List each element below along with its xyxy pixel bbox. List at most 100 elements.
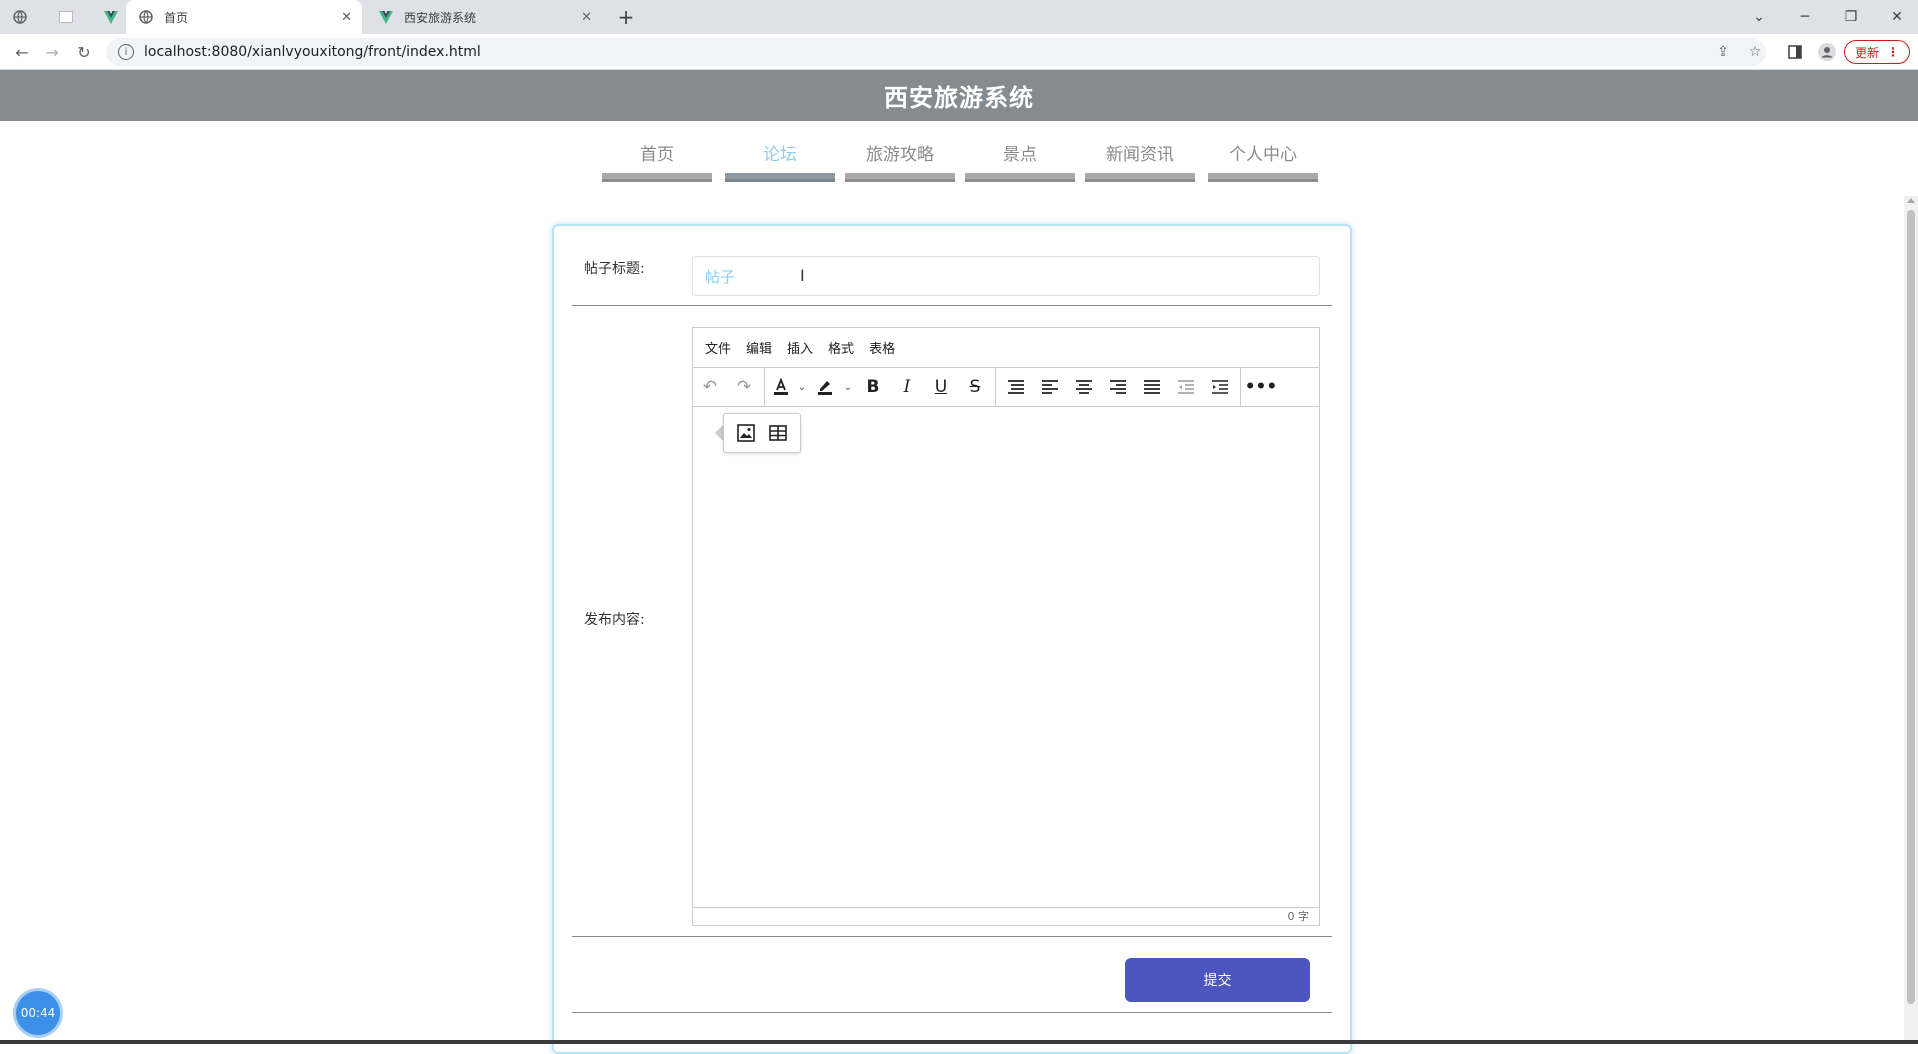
side-panel-icon[interactable] <box>1785 42 1805 62</box>
strikethrough-icon[interactable]: S <box>958 372 992 402</box>
align-right-icon[interactable] <box>1101 372 1135 402</box>
vue-logo-icon <box>378 9 394 25</box>
site-title: 西安旅游系统 <box>884 84 1034 112</box>
quick-insert-toolbar <box>723 413 801 453</box>
forward-arrow-icon[interactable]: → <box>40 40 64 64</box>
redo-icon[interactable]: ↷ <box>727 372 761 402</box>
underline-icon[interactable]: U <box>924 372 958 402</box>
divider <box>572 936 1332 937</box>
nav-item-label: 个人中心 <box>1229 145 1297 165</box>
line-height-icon[interactable] <box>999 372 1033 402</box>
nav-item-label: 首页 <box>640 145 674 165</box>
browser-tab-bar: 首页 ✕ 西安旅游系统 ✕ + ⌄ ─ ❐ ✕ <box>0 0 1918 34</box>
pinned-tab-3[interactable] <box>92 0 122 34</box>
profile-avatar-icon[interactable] <box>1817 42 1837 62</box>
toolbar-separator <box>1240 368 1241 406</box>
update-label: 更新 <box>1854 45 1879 60</box>
close-tab-icon[interactable]: ✕ <box>341 10 352 25</box>
nav-item-bar <box>1208 173 1318 182</box>
more-options-icon[interactable]: ••• <box>1244 372 1278 402</box>
highlight-dropdown-icon[interactable]: ⌄ <box>840 372 856 402</box>
recording-timer[interactable]: 00:44 <box>16 991 60 1035</box>
pinned-tab-1[interactable] <box>0 0 38 34</box>
tab-home[interactable]: 首页 ✕ <box>126 0 362 34</box>
editor-menubar: 文件 编辑 插入 格式 表格 <box>693 328 1319 367</box>
nav-item-news[interactable]: 新闻资讯 <box>1085 140 1195 182</box>
scroll-thumb[interactable] <box>1907 210 1915 1004</box>
nav-item-bar <box>602 173 712 182</box>
menu-file[interactable]: 文件 <box>705 338 731 357</box>
tab-xian-travel[interactable]: 西安旅游系统 ✕ <box>366 0 602 34</box>
scroll-up-arrow-icon[interactable] <box>1907 198 1915 203</box>
address-bar[interactable]: i localhost:8080/xianlvyouxitong/front/i… <box>106 38 1766 66</box>
pinned-tab-2[interactable] <box>46 0 84 34</box>
more-menu-icon: ⋮ <box>1887 45 1899 59</box>
menu-edit[interactable]: 编辑 <box>746 338 772 357</box>
text-color-dropdown-icon[interactable]: ⌄ <box>794 372 810 402</box>
menu-insert[interactable]: 插入 <box>787 338 813 357</box>
bottom-edge <box>0 1040 1918 1044</box>
nav-item-bar <box>965 173 1075 182</box>
nav-item-personal-center[interactable]: 个人中心 <box>1208 140 1318 182</box>
nav-item-bar <box>725 173 835 182</box>
editor-toolbar: ↶ ↷ ⌄ ⌄ B I U S ••• <box>693 367 1319 407</box>
nav-item-travel-guide[interactable]: 旅游攻略 <box>845 140 955 182</box>
timer-text: 00:44 <box>20 1006 56 1020</box>
site-header: 西安旅游系统 <box>0 70 1918 121</box>
menu-format[interactable]: 格式 <box>828 338 854 357</box>
new-tab-button[interactable]: + <box>606 0 646 34</box>
bold-icon[interactable]: B <box>856 372 890 402</box>
text-cursor-icon: I <box>800 266 805 285</box>
editor-statusbar: 0 字 <box>693 907 1319 925</box>
update-button[interactable]: 更新 ⋮ <box>1844 40 1910 64</box>
close-window-button[interactable]: ✕ <box>1874 0 1918 34</box>
outdent-icon[interactable] <box>1169 372 1203 402</box>
nav-item-label: 论坛 <box>763 145 797 165</box>
italic-icon[interactable]: I <box>890 372 924 402</box>
nav-item-attractions[interactable]: 景点 <box>965 140 1075 182</box>
text-color-icon[interactable] <box>768 372 794 402</box>
toolbar-separator <box>995 368 996 406</box>
word-count: 0 字 <box>1287 910 1310 923</box>
submit-label: 提交 <box>1203 973 1232 989</box>
share-icon[interactable]: ⇪ <box>1713 42 1733 62</box>
reload-icon[interactable]: ↻ <box>72 40 96 64</box>
url-text: localhost:8080/xianlvyouxitong/front/ind… <box>144 44 481 60</box>
globe-icon <box>138 9 154 25</box>
align-justify-icon[interactable] <box>1135 372 1169 402</box>
align-left-icon[interactable] <box>1033 372 1067 402</box>
back-arrow-icon[interactable]: ← <box>10 40 34 64</box>
tab-title: 西安旅游系统 <box>404 10 477 25</box>
title-label: 帖子标题: <box>584 261 645 277</box>
restore-button[interactable]: ❐ <box>1828 0 1874 34</box>
post-title-input[interactable] <box>692 256 1320 296</box>
rich-text-editor[interactable]: 文件 编辑 插入 格式 表格 ↶ ↷ ⌄ ⌄ B I U S ••• 0 字 <box>692 327 1320 926</box>
nav-item-home[interactable]: 首页 <box>602 140 712 182</box>
blank-page-icon <box>58 9 74 25</box>
indent-icon[interactable] <box>1203 372 1237 402</box>
nav-item-forum[interactable]: 论坛 <box>725 140 835 182</box>
nav-item-label: 旅游攻略 <box>866 145 934 165</box>
align-center-icon[interactable] <box>1067 372 1101 402</box>
page-scrollbar[interactable] <box>1904 196 1918 1044</box>
site-info-icon[interactable]: i <box>118 44 134 60</box>
minimize-button[interactable]: ─ <box>1782 0 1828 34</box>
globe-icon <box>12 9 28 25</box>
content-label: 发布内容: <box>584 612 645 628</box>
submit-button[interactable]: 提交 <box>1125 958 1310 1002</box>
divider <box>572 305 1332 306</box>
menu-table[interactable]: 表格 <box>869 338 895 357</box>
bookmark-star-icon[interactable]: ☆ <box>1745 42 1765 62</box>
close-tab-icon[interactable]: ✕ <box>581 10 592 25</box>
highlight-color-icon[interactable] <box>810 372 840 402</box>
nav-item-label: 新闻资讯 <box>1106 145 1174 165</box>
vue-logo-icon <box>104 9 118 25</box>
insert-image-icon[interactable] <box>730 418 762 448</box>
divider <box>572 1012 1332 1013</box>
nav-item-bar <box>1085 173 1195 182</box>
insert-table-icon[interactable] <box>762 418 794 448</box>
toolbar-separator <box>764 368 765 406</box>
undo-icon[interactable]: ↶ <box>693 372 727 402</box>
tab-search-chevron-icon[interactable]: ⌄ <box>1736 0 1782 34</box>
nav-item-bar <box>845 173 955 182</box>
